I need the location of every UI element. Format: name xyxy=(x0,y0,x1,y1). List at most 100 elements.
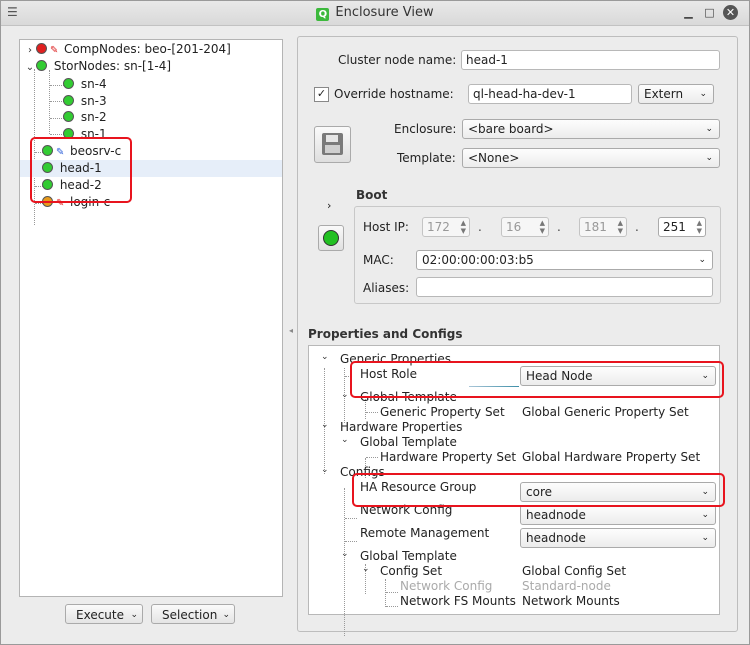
hardware-properties-node[interactable]: Hardware Properties xyxy=(340,420,462,435)
collapse-icon[interactable]: ⌄ xyxy=(321,465,329,475)
splitter-handle-icon[interactable]: ◂ xyxy=(289,326,293,335)
ip-octet-value: 181 xyxy=(584,220,607,234)
execute-button[interactable]: Execute ⌄ xyxy=(65,604,143,624)
node-tree[interactable]: › ✎ CompNodes: beo-[201-204] ⌄ StorNodes: … xyxy=(19,39,283,597)
enclosure-select[interactable]: <bare board> ⌄ xyxy=(462,119,720,139)
ip-octet-value: 16 xyxy=(506,220,522,234)
expand-icon[interactable]: › xyxy=(24,42,36,59)
floppy-disk-icon xyxy=(322,133,343,155)
tree-item-label: sn-3 xyxy=(80,94,107,108)
ip-octet-value: 172 xyxy=(427,220,450,234)
network-fs-mounts-label: Network FS Mounts xyxy=(400,594,516,608)
network-config-select[interactable]: headnode ⌄ xyxy=(520,505,716,525)
ip-octet-4[interactable]: 251 ▲ ▼ xyxy=(658,217,706,237)
config-set-value: Global Config Set xyxy=(522,564,627,578)
aliases-field[interactable] xyxy=(416,277,713,297)
override-hostname-label: Override hostname: xyxy=(334,87,454,101)
tree-guide-line xyxy=(366,412,378,413)
highlight-annotation xyxy=(350,361,724,398)
hostname-type-select[interactable]: Extern ⌄ xyxy=(638,84,714,104)
chevron-down-icon: ⌄ xyxy=(222,610,230,620)
config-set-node[interactable]: Config Set xyxy=(380,564,442,579)
tree-guide-line xyxy=(345,541,357,542)
network-config-sub-label: Network Config xyxy=(400,579,493,593)
chevron-down-icon: ⌄ xyxy=(698,255,706,265)
collapse-icon[interactable]: ⌄ xyxy=(24,59,36,76)
status-led-red-icon xyxy=(36,43,47,54)
window-title-container: Q Enclosure View xyxy=(1,5,749,21)
execute-button-label: Execute xyxy=(76,608,124,622)
collapse-icon[interactable]: ⌄ xyxy=(341,549,349,559)
selection-button[interactable]: Selection ⌄ xyxy=(151,604,235,624)
ip-octet-1[interactable]: 172 ▲ ▼ xyxy=(422,217,470,237)
collapse-icon[interactable]: ⌄ xyxy=(321,420,329,430)
tree-guide-line xyxy=(50,134,64,135)
network-config-sub-value: Standard-node xyxy=(522,579,611,593)
chevron-down-icon: ⌄ xyxy=(699,89,707,99)
hostname-field[interactable]: ql-head-ha-dev-1 xyxy=(468,84,632,104)
wrench-icon: ✎ xyxy=(50,45,59,56)
template-select[interactable]: <None> ⌄ xyxy=(462,148,720,168)
template-value: <None> xyxy=(468,151,520,165)
global-template-node[interactable]: Global Template xyxy=(360,435,457,450)
status-led-green-icon xyxy=(63,95,74,106)
status-led-green-icon xyxy=(63,111,74,122)
chevron-down-icon: ⌄ xyxy=(705,153,713,163)
tree-item-label: StorNodes: sn-[1-4] xyxy=(53,59,172,73)
tree-item-sn-3[interactable]: sn-3 xyxy=(63,93,107,110)
expand-boot-icon[interactable]: › xyxy=(327,199,331,212)
spin-arrows-icon[interactable]: ▲ ▼ xyxy=(697,219,702,235)
aliases-label: Aliases: xyxy=(363,281,410,295)
enclosure-label: Enclosure: xyxy=(394,122,457,136)
generic-property-set-label: Generic Property Set xyxy=(380,405,505,419)
generic-property-set-value: Global Generic Property Set xyxy=(522,405,689,419)
hardware-property-set-label: Hardware Property Set xyxy=(380,450,517,464)
network-fs-mounts-value: Network Mounts xyxy=(522,594,620,608)
spin-arrows-icon[interactable]: ▲ ▼ xyxy=(461,219,466,235)
spin-arrows-icon[interactable]: ▲ ▼ xyxy=(540,219,545,235)
tree-item-compnodes[interactable]: › ✎ CompNodes: beo-[201-204] xyxy=(24,41,231,58)
ip-dot: . xyxy=(478,220,482,234)
status-led-green-icon xyxy=(36,60,47,71)
collapse-icon[interactable]: ⌄ xyxy=(362,564,370,574)
tree-guide-line xyxy=(50,101,64,102)
collapse-icon[interactable]: ⌄ xyxy=(341,390,349,400)
tree-item-stornodes[interactable]: ⌄ StorNodes: sn-[1-4] xyxy=(24,58,171,75)
tree-item-label: sn-2 xyxy=(80,110,107,124)
cluster-node-name-field[interactable]: head-1 xyxy=(461,50,720,70)
hostname-type-value: Extern xyxy=(644,87,684,101)
chevron-down-icon: ⌄ xyxy=(130,610,138,620)
spin-arrows-icon[interactable]: ▲ ▼ xyxy=(618,219,623,235)
tree-guide-line xyxy=(366,457,378,458)
mac-value: 02:00:00:00:03:b5 xyxy=(422,253,534,267)
close-icon[interactable]: ✕ xyxy=(723,5,738,20)
highlight-annotation xyxy=(352,473,725,507)
tree-item-label: sn-4 xyxy=(80,77,107,91)
minimize-icon[interactable]: ▁ xyxy=(681,5,696,20)
maximize-icon[interactable]: □ xyxy=(702,5,717,20)
save-button[interactable] xyxy=(314,126,351,163)
tree-guide-line xyxy=(386,606,398,607)
collapse-icon[interactable]: ⌄ xyxy=(341,435,349,445)
tree-guide-line xyxy=(49,70,50,134)
ip-octet-3[interactable]: 181 ▲ ▼ xyxy=(579,217,627,237)
tree-item-label: CompNodes: beo-[201-204] xyxy=(64,42,231,56)
mac-select[interactable]: 02:00:00:00:03:b5 ⌄ xyxy=(416,250,713,270)
override-hostname-checkbox[interactable]: ✓ xyxy=(314,87,329,102)
selection-button-label: Selection xyxy=(162,608,218,622)
tree-item-sn-2[interactable]: sn-2 xyxy=(63,109,107,126)
collapse-icon[interactable]: ⌄ xyxy=(321,352,329,362)
hardware-property-set-value: Global Hardware Property Set xyxy=(522,450,701,464)
tree-guide-line xyxy=(385,579,386,607)
window-title: Enclosure View xyxy=(335,5,434,20)
ip-octet-2[interactable]: 16 ▲ ▼ xyxy=(501,217,549,237)
tree-item-sn-4[interactable]: sn-4 xyxy=(63,76,107,93)
title-bar[interactable]: ☰ Q Enclosure View ▁ □ ✕ xyxy=(1,1,749,26)
chevron-down-icon: ⌄ xyxy=(701,533,709,543)
remote-management-label: Remote Management xyxy=(360,526,490,540)
global-template-node[interactable]: Global Template xyxy=(360,549,457,564)
remote-management-select[interactable]: headnode ⌄ xyxy=(520,528,716,548)
boot-status-button[interactable] xyxy=(318,225,344,251)
highlight-annotation xyxy=(30,137,132,203)
status-led-green-icon xyxy=(323,230,339,246)
